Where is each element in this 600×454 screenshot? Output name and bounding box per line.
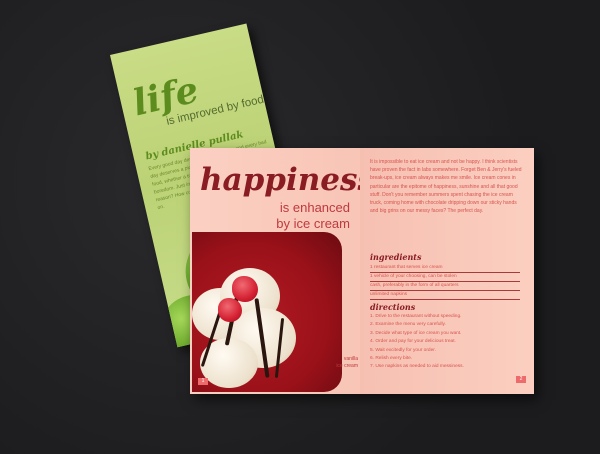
ingredient-item: cash, preferably in the form of all quar…: [370, 282, 520, 291]
left-page: happiness is enhanced by ice cream vanil…: [190, 148, 360, 394]
ingredient-item: 1 restaurant that serves ice cream: [370, 264, 520, 273]
page-number-right: 2: [516, 376, 526, 383]
directions-heading: directions: [370, 302, 416, 312]
caption-text: vanilla ice cream: [336, 356, 358, 369]
direction-step: 5. Wait excitedly for your order.: [370, 347, 436, 353]
directions-list: 1. Drive to the restaurant without speed…: [370, 313, 526, 372]
direction-step: 3. Decide what type of ice cream you wan…: [370, 330, 462, 336]
ingredient-item: 1 vehicle of your choosing, can be stole…: [370, 273, 520, 282]
direction-step: 2. Examine the menu very carefully.: [370, 322, 446, 328]
direction-step: 7. Use napkins as needed to aid messines…: [370, 364, 464, 370]
subtitle-text: is enhanced by ice cream: [276, 200, 350, 231]
direction-step: 6. Relish every bite.: [370, 356, 413, 362]
right-page: It is impossible to eat ice cream and no…: [360, 148, 534, 394]
happiness-subtitle: is enhanced by ice cream: [276, 200, 350, 232]
ingredients-heading: ingredients: [370, 252, 422, 262]
image-caption: vanilla ice cream: [318, 356, 358, 370]
direction-step: 4. Order and pay for your delicious trea…: [370, 339, 456, 345]
direction-step: 1. Drive to the restaurant without speed…: [370, 314, 462, 319]
intro-paragraph: It is impossible to eat ice cream and no…: [370, 159, 522, 215]
ingredient-item: unlimited napkins: [370, 291, 520, 300]
raspberry: [232, 276, 258, 302]
happiness-title: happiness: [200, 162, 360, 198]
page-number-left: 1: [198, 378, 208, 385]
happiness-booklet: happiness is enhanced by ice cream vanil…: [190, 148, 534, 394]
ingredients-list: 1 restaurant that serves ice cream 1 veh…: [370, 264, 520, 300]
raspberry: [218, 298, 242, 322]
